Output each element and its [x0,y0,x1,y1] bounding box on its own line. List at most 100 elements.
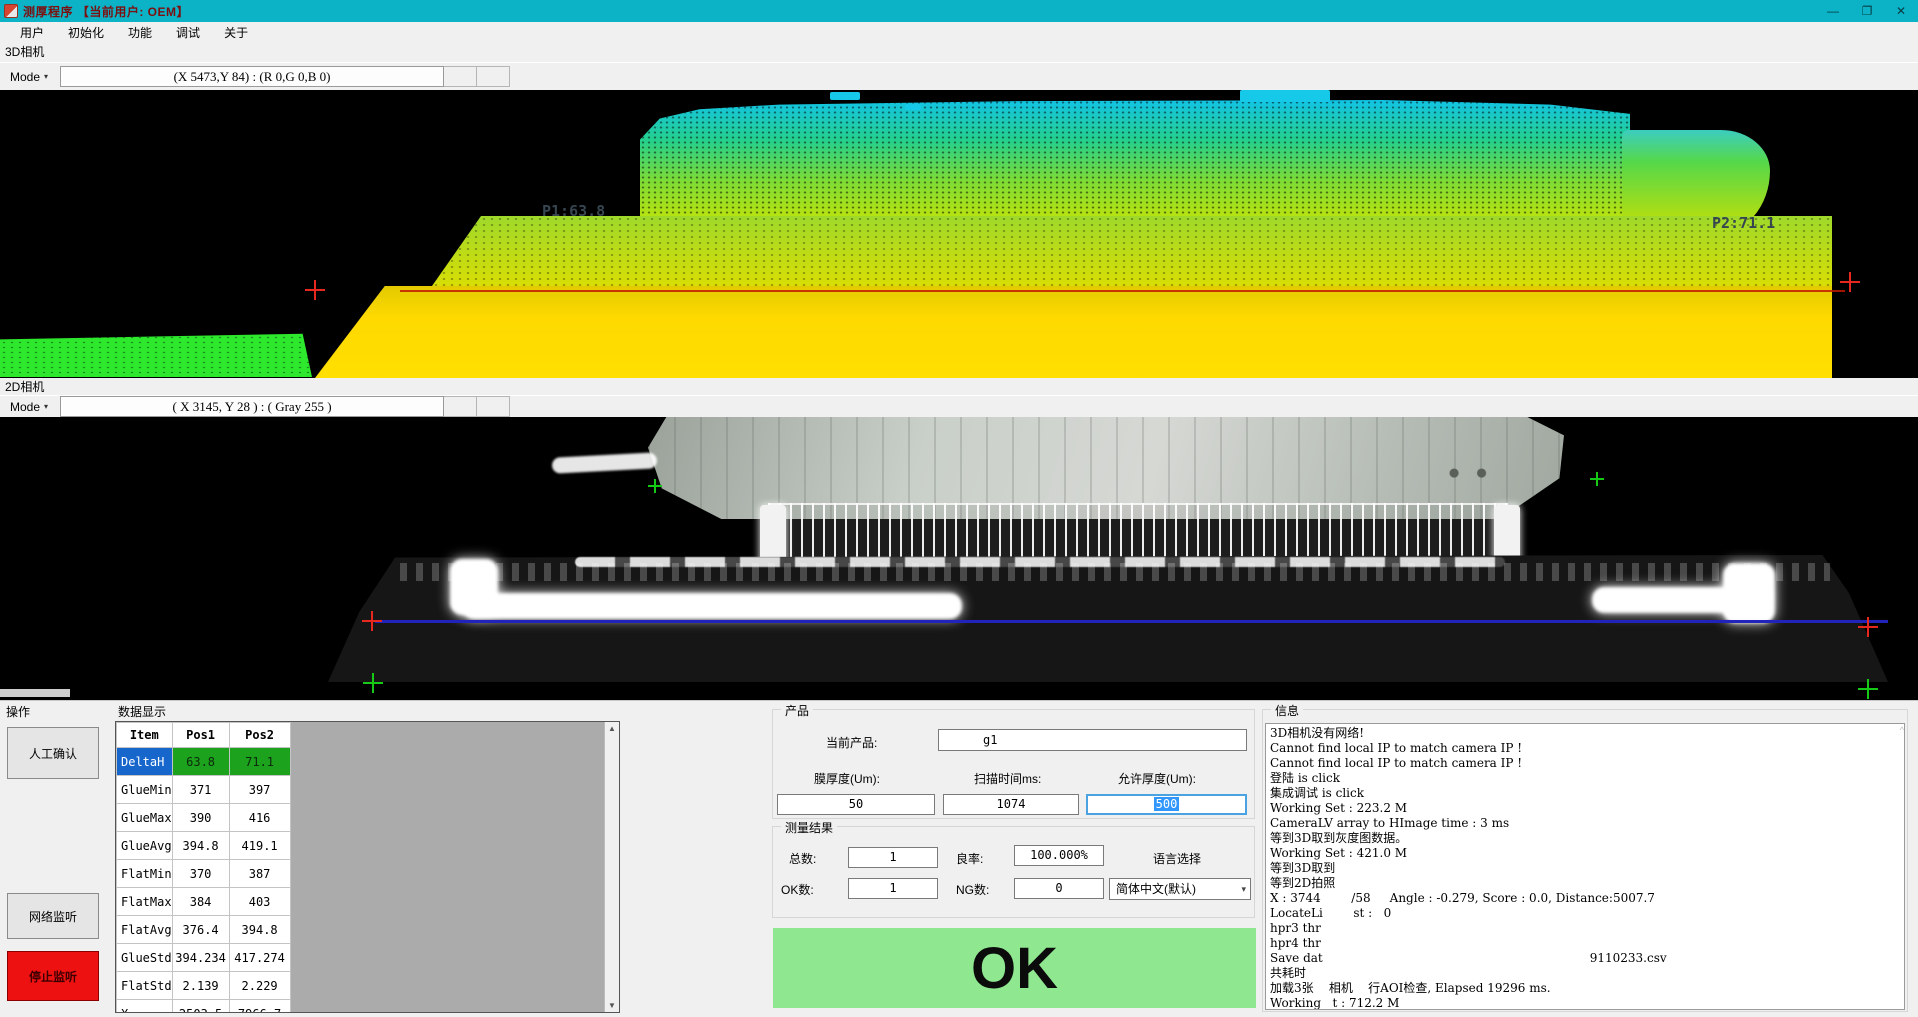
table-row[interactable]: GlueAvg394.8419.1 [117,832,291,860]
value-cell: 387 [229,860,290,888]
log-line: 等到3D取到灰度图数据。 [1270,831,1900,846]
language-dropdown[interactable]: 简体中文(默认) ▾ [1109,878,1251,900]
log-scroll-up-icon[interactable]: ^ [1900,725,1904,735]
table-scrollbar[interactable]: ▲ ▼ [604,722,619,1012]
value-cell: 7966.7 [229,1000,290,1014]
table-row[interactable]: GlueMax390416 [117,804,291,832]
operation-title: 操作 [6,703,30,720]
item-cell: FlatMin [117,860,173,888]
value-cell: 419.1 [229,832,290,860]
camera2d-label: 2D相机 [5,378,44,395]
table-row[interactable]: FlatMax384403 [117,888,291,916]
col-item: Item [117,723,173,748]
value-cell: 397 [229,776,290,804]
scan-time-field[interactable]: 1074 [943,794,1079,815]
window-title: 测厚程序 【当前用户: OEM】 [23,3,189,20]
item-cell: GlueMin [117,776,173,804]
table-row[interactable]: GlueStd394.234417.274 [117,944,291,972]
camera3d-coord-readout: (X 5473,Y 84) : (R 0,G 0,B 0) [60,66,444,87]
info-log[interactable]: 3D相机没有网络!Cannot find local IP to match c… [1265,723,1905,1010]
heightmap-yellow-slab [315,286,1832,378]
close-icon[interactable]: ✕ [1884,0,1918,22]
ok-count-field[interactable]: 1 [848,878,938,899]
value-cell: 390 [172,804,229,832]
menu-item-about[interactable]: 关于 [212,22,260,43]
item-cell: GlueMax [117,804,173,832]
table-row[interactable]: GlueMin371397 [117,776,291,804]
language-select-label: 语言选择 [1153,850,1201,867]
menu-item-debug[interactable]: 调试 [164,22,212,43]
ng-count-field[interactable]: 0 [1014,878,1104,899]
camera3d-viewport[interactable]: P1:63.8 P2:71.1 [0,90,1918,378]
camera2d-viewport[interactable] [0,417,1918,700]
result-status-banner: OK [773,928,1256,1008]
menu-bar: 用户 初始化 功能 调试 关于 [0,22,1918,43]
minimize-icon[interactable]: — [1816,0,1850,22]
item-cell: DeltaH [117,748,173,776]
network-listen-button[interactable]: 网络监听 [7,893,99,939]
result-group: 测量结果 总数: 1 良率: 100.000% 语言选择 OK数: 1 NG数:… [772,826,1255,918]
stop-listen-button[interactable]: 停止监听 [7,951,99,1001]
ng-count-label: NG数: [956,881,989,898]
total-label: 总数: [789,850,816,867]
heightmap-upper-band [640,100,1630,216]
col-pos1: Pos1 [172,723,229,748]
log-line: 集成调试 is click [1270,786,1900,801]
edge-artifact [0,689,70,697]
log-line: Working Set : 223.2 M [1270,801,1900,816]
marker-plus-green [363,673,383,693]
log-line: Cannot find local IP to match camera IP … [1270,741,1900,756]
manual-confirm-button[interactable]: 人工确认 [7,727,99,779]
menu-item-init[interactable]: 初始化 [56,22,116,43]
scroll-up-icon[interactable]: ▲ [605,724,619,733]
table-row[interactable]: FlatMin370387 [117,860,291,888]
item-cell: GlueAvg [117,832,173,860]
allowed-thickness-field[interactable]: 500 [1086,794,1247,815]
camera3d-mode-button[interactable]: Mode ▾ [4,68,54,86]
current-product-field[interactable]: g1 [938,729,1247,751]
log-line: Working Set : 421.0 M [1270,846,1900,861]
item-cell: X [117,1000,173,1014]
film-thickness-field[interactable]: 50 [777,794,935,815]
total-field[interactable]: 1 [848,847,938,868]
camera3d-section: 3D相机 [0,43,1918,62]
marker-plus-green [1590,472,1604,486]
scroll-down-icon[interactable]: ▼ [605,1001,619,1010]
item-cell: FlatMax [117,888,173,916]
data-table-body: DeltaH63.871.1GlueMin371397GlueMax390416… [117,748,291,1014]
marker-plus-red [362,611,382,631]
measurement-line-blue [375,620,1888,623]
marker-plus-red [305,280,325,300]
product-group-title: 产品 [781,702,813,719]
glue-glow-right-blob [1723,563,1775,623]
camera2d-mode-button[interactable]: Mode ▾ [4,398,54,416]
table-row[interactable]: DeltaH63.871.1 [117,748,291,776]
maximize-icon[interactable]: ❐ [1850,0,1884,22]
log-line: 等到2D拍照 [1270,876,1900,891]
col-pos2: Pos2 [229,723,290,748]
menu-item-function[interactable]: 功能 [116,22,164,43]
log-line: 共耗时 [1270,966,1900,981]
value-cell: 376.4 [172,916,229,944]
data-display-title: 数据显示 [118,703,166,720]
table-row[interactable]: FlatStd2.1392.229 [117,972,291,1000]
table-row[interactable]: FlatAvg376.4394.8 [117,916,291,944]
heightmap-speck [830,92,860,100]
yield-label: 良率: [956,850,983,867]
heightmap-speck [1240,90,1330,102]
item-cell: GlueStd [117,944,173,972]
camera2d-coord-readout: ( X 3145, Y 28 ) : ( Gray 255 ) [60,396,444,417]
film-edge-highlight [575,557,1505,567]
menu-item-user[interactable]: 用户 [8,22,56,43]
marker-plus-red [1840,272,1860,292]
chevron-down-icon: ▾ [44,72,48,81]
value-cell: 384 [172,888,229,916]
info-group: 信息 3D相机没有网络!Cannot find local IP to matc… [1262,709,1908,1012]
value-cell: 416 [229,804,290,832]
item-cell: FlatAvg [117,916,173,944]
chevron-down-icon: ▾ [1241,879,1246,899]
data-table-container: Item Pos1 Pos2 DeltaH63.871.1GlueMin3713… [115,721,620,1013]
table-row[interactable]: X2503.57966.7 [117,1000,291,1014]
yield-field[interactable]: 100.000% [1014,845,1104,866]
log-line: 3D相机没有网络! [1270,726,1900,741]
